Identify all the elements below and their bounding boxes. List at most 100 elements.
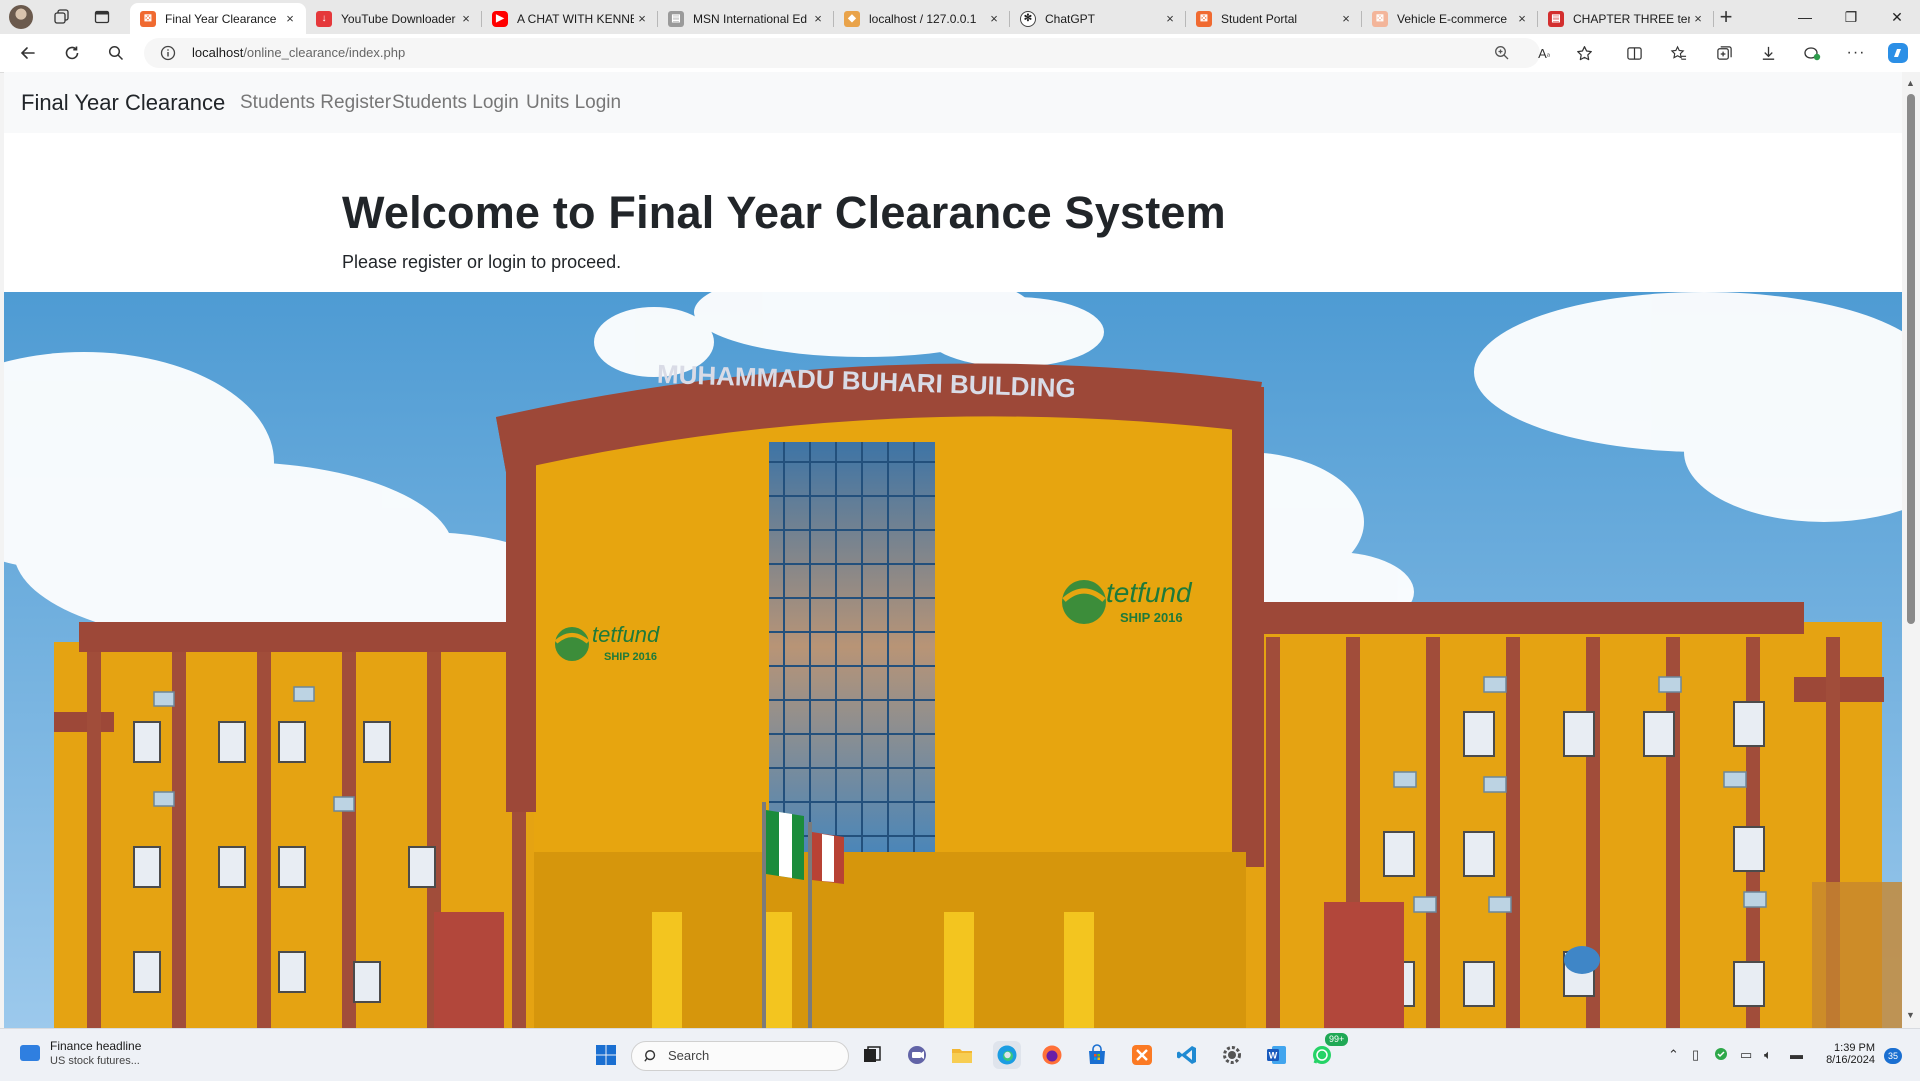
scroll-up-icon[interactable]: ▲ — [1906, 78, 1915, 88]
vscode-icon[interactable] — [1173, 1041, 1201, 1069]
tetfund-logo-right: tetfund SHIP 2016 — [1062, 577, 1193, 625]
nav-link-students-login[interactable]: Students Login — [392, 72, 519, 133]
tab-vehicle-ecommerce[interactable]: ⊠ Vehicle E-commerce × — [1362, 3, 1538, 34]
site-info-icon[interactable] — [160, 45, 176, 66]
tab-title: localhost / 127.0.0.1 — [869, 11, 977, 26]
search-icon[interactable] — [98, 34, 134, 72]
close-tab-icon[interactable]: × — [1338, 11, 1354, 26]
microsoft-store-icon[interactable] — [1083, 1041, 1111, 1069]
browser-toolbar: localhost/online_clearance/index.php Aₐ … — [0, 34, 1920, 73]
close-tab-icon[interactable]: × — [458, 11, 474, 26]
hero-building-image: MUHAMMADU BUHARI BUILDING tetfund SHIP 2… — [4, 292, 1902, 1028]
start-menu-icon[interactable] — [592, 1041, 620, 1069]
chatgpt-icon: ✻ — [1020, 10, 1036, 27]
settings-gear-icon[interactable] — [1218, 1041, 1246, 1069]
tetfund-logo-text: tetfund — [592, 622, 660, 647]
teams-chat-icon[interactable] — [903, 1041, 931, 1069]
show-hidden-icons-chevron-icon[interactable]: ⌃ — [1668, 1047, 1679, 1063]
scrollbar-thumb[interactable] — [1907, 94, 1915, 624]
tetfund-logo-left: tetfund SHIP 2016 — [554, 622, 660, 663]
system-clock[interactable]: 1:39 PM 8/16/2024 — [1815, 1042, 1875, 1066]
news-title: Finance headline — [50, 1039, 142, 1053]
tab-title: MSN International Ed — [693, 11, 808, 26]
minimize-icon[interactable]: — — [1782, 0, 1828, 34]
favorites-icon[interactable] — [1660, 34, 1696, 72]
url-path: /online_clearance/index.php — [243, 45, 406, 60]
search-placeholder: Search — [668, 1048, 710, 1063]
tab-final-year-clearance[interactable]: ⊠ Final Year Clearance × — [130, 3, 306, 34]
favorite-star-icon[interactable] — [1566, 34, 1602, 72]
downloads-icon[interactable] — [1750, 34, 1786, 72]
new-tab-button[interactable]: + — [1706, 0, 1746, 34]
close-tab-icon[interactable]: × — [634, 11, 650, 26]
back-icon[interactable] — [10, 34, 46, 72]
more-options-icon[interactable]: ··· — [1838, 34, 1874, 72]
tab-title: Student Portal — [1221, 11, 1298, 26]
tab-title: CHAPTER THREE ten — [1573, 11, 1690, 26]
tab-student-portal[interactable]: ⊠ Student Portal × — [1186, 3, 1362, 34]
restore-icon[interactable]: ❐ — [1828, 0, 1874, 34]
tab-phpmyadmin[interactable]: ◆ localhost / 127.0.0.1 × — [834, 3, 1010, 34]
tetfund-logo-subtext: SHIP 2016 — [1120, 610, 1183, 625]
tab-title: YouTube Downloader — [341, 11, 456, 26]
refresh-icon[interactable] — [54, 34, 90, 72]
close-tab-icon[interactable]: × — [1514, 11, 1530, 26]
page-title: Welcome to Final Year Clearance System — [342, 187, 1226, 238]
url-host: localhost — [192, 45, 244, 60]
close-tab-icon[interactable]: × — [1162, 11, 1178, 26]
split-screen-icon[interactable] — [1616, 34, 1652, 72]
clock-date: 8/16/2024 — [1826, 1054, 1875, 1066]
read-aloud-icon[interactable]: Aₐ — [1526, 34, 1562, 72]
close-tab-icon[interactable]: × — [986, 11, 1002, 26]
svg-text:W: W — [1269, 1051, 1278, 1061]
usb-device-icon[interactable]: ▯ — [1692, 1047, 1699, 1063]
browser-tab-strip: ⊠ Final Year Clearance × ↓ YouTube Downl… — [0, 0, 1920, 34]
nav-link-units-login[interactable]: Units Login — [526, 72, 621, 133]
copilot-icon[interactable] — [1880, 34, 1916, 72]
tab-chat-with-kenneth[interactable]: ▶ A CHAT WITH KENNETH × — [482, 3, 658, 34]
close-tab-icon[interactable]: × — [1690, 11, 1706, 26]
page-scrollbar[interactable]: ▲ ▼ — [1902, 72, 1920, 1028]
navbar-brand[interactable]: Final Year Clearance — [21, 72, 225, 133]
news-widget-icon — [20, 1045, 40, 1061]
network-icon[interactable]: ▭ — [1740, 1047, 1752, 1063]
file-explorer-icon[interactable] — [948, 1041, 976, 1069]
workspaces-icon[interactable] — [42, 0, 82, 34]
profile-avatar[interactable] — [9, 5, 33, 29]
word-icon[interactable]: W — [1263, 1041, 1291, 1069]
task-view-icon[interactable] — [858, 1041, 886, 1069]
tab-actions-icon[interactable] — [82, 0, 122, 34]
tab-msn-international[interactable]: ▤ MSN International Ed × — [658, 3, 834, 34]
firefox-icon[interactable] — [1038, 1041, 1066, 1069]
close-window-icon[interactable]: ✕ — [1874, 0, 1920, 34]
close-tab-icon[interactable]: × — [282, 11, 298, 26]
scroll-down-icon[interactable]: ▼ — [1906, 1010, 1915, 1020]
close-tab-icon[interactable]: × — [810, 11, 826, 26]
page-subtitle: Please register or login to proceed. — [342, 252, 622, 272]
tab-title: Vehicle E-commerce — [1397, 11, 1508, 26]
browser-essentials-icon[interactable] — [1794, 34, 1830, 72]
tab-title: ChatGPT — [1045, 11, 1096, 26]
whatsapp-icon[interactable]: 99+ — [1308, 1032, 1350, 1069]
security-shield-icon[interactable] — [1714, 1047, 1728, 1064]
tab-youtube-downloader[interactable]: ↓ YouTube Downloader × — [306, 3, 482, 34]
url-text[interactable]: localhost/online_clearance/index.php — [192, 38, 405, 68]
whatsapp-badge: 99+ — [1324, 1032, 1350, 1047]
site-navbar: Final Year Clearance Students Register S… — [4, 72, 1902, 133]
zoom-icon[interactable] — [1484, 34, 1520, 72]
address-bar[interactable]: localhost/online_clearance/index.php — [144, 38, 1540, 68]
volume-icon[interactable]: 🔈︎ — [1764, 1047, 1772, 1063]
collections-icon[interactable] — [1706, 34, 1742, 72]
taskbar-search[interactable]: Search — [631, 1041, 849, 1071]
tab-title: Final Year Clearance — [165, 11, 277, 26]
xampp-taskbar-icon[interactable] — [1128, 1041, 1156, 1069]
news-widget[interactable]: Finance headline US stock futures... — [20, 1039, 141, 1067]
tab-chatgpt[interactable]: ✻ ChatGPT × — [1010, 3, 1186, 34]
battery-icon[interactable]: ▬ — [1790, 1047, 1803, 1062]
notification-badge[interactable]: 35 — [1884, 1048, 1902, 1064]
document-icon: ▤ — [668, 10, 684, 27]
nav-link-students-register[interactable]: Students Register — [240, 72, 391, 133]
phpmyadmin-icon: ◆ — [844, 10, 860, 27]
edge-browser-icon[interactable] — [993, 1041, 1021, 1069]
tab-chapter-three[interactable]: ▤ CHAPTER THREE ten × — [1538, 3, 1714, 34]
